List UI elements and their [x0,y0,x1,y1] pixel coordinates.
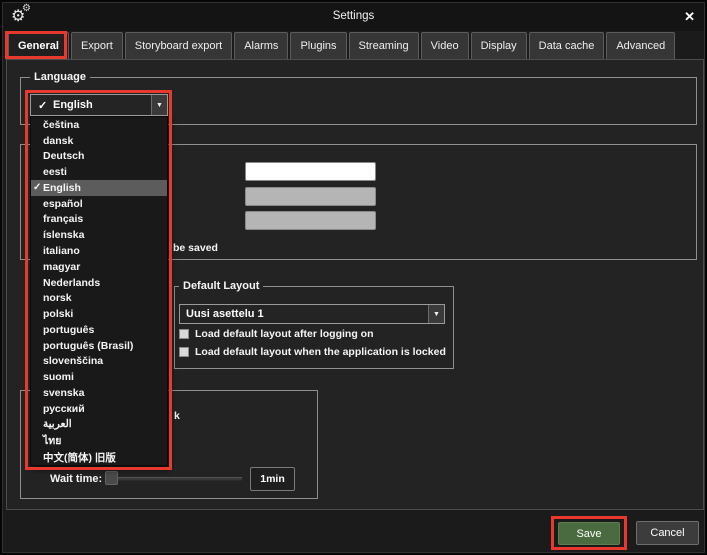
language-option[interactable]: Deutsch [31,149,167,165]
language-dropdown-value: English [53,99,93,111]
language-option[interactable]: eesti [31,164,167,180]
default-layout-dropdown-value: Uusi asettelu 1 [186,308,264,320]
save-button[interactable]: Save [558,522,620,545]
language-option[interactable]: français [31,212,167,228]
text-field-1[interactable] [245,162,376,181]
language-dropdown[interactable]: ✓ English ▼ [30,94,168,116]
title-bar: ⚙ ⚙ Settings ✕ [3,3,704,31]
selected-checkmark-icon: ✓ [38,99,48,112]
language-option[interactable]: русский [31,401,167,417]
cancel-button[interactable]: Cancel [636,521,699,545]
wait-time-label: Wait time: [50,473,103,485]
chevron-down-icon[interactable]: ▼ [428,305,444,323]
language-option[interactable]: slovenščina [31,353,167,369]
language-option-list: čeština dansk Deutsch eesti ✓ English esp… [30,116,168,466]
default-layout-dropdown[interactable]: Uusi asettelu 1 ▼ [179,304,445,324]
window-title: Settings [332,10,375,22]
tab-plugins[interactable]: Plugins [290,32,347,59]
partially-hidden-text: be saved [173,242,218,254]
tab-storyboard-export[interactable]: Storyboard export [124,32,233,59]
load-layout-when-locked-checkbox[interactable]: Load default layout when the application… [179,346,446,358]
tab-display[interactable]: Display [470,32,527,59]
tab-alarms[interactable]: Alarms [234,32,289,59]
tab-general[interactable]: General [8,32,69,59]
tab-bar: General Export Storyboard export Alarms … [8,32,676,59]
checkbox-icon[interactable] [179,347,189,357]
language-option[interactable]: magyar [31,259,167,275]
settings-dialog: ⚙ ⚙ Settings ✕ General Export Storyboard … [0,0,707,555]
language-option[interactable]: íslenska [31,227,167,243]
language-option[interactable]: norsk [31,290,167,306]
wait-time-slider-track[interactable] [118,477,242,481]
language-option[interactable]: suomi [31,369,167,385]
tab-video[interactable]: Video [420,32,469,59]
language-option-selected[interactable]: ✓ English [31,180,167,196]
language-option[interactable]: português (Brasil) [31,338,167,354]
text-field-2-disabled [245,187,376,206]
language-option[interactable]: svenska [31,385,167,401]
language-option[interactable]: italiano [31,243,167,259]
close-icon[interactable]: ✕ [684,9,695,25]
language-option[interactable]: العربية [31,417,167,433]
wait-time-value: 1min [250,467,295,491]
tab-data-cache[interactable]: Data cache [528,32,605,59]
checkmark-icon: ✓ [33,182,42,194]
load-layout-after-logon-checkbox[interactable]: Load default layout after logging on [179,328,374,340]
chevron-down-icon[interactable]: ▼ [151,95,167,115]
language-option[interactable]: čeština [31,117,167,133]
language-option[interactable]: Nederlands [31,275,167,291]
partially-hidden-text: k [174,410,180,422]
language-option[interactable]: polski [31,306,167,322]
language-group-label: Language [30,71,90,83]
checkbox-icon[interactable] [179,329,189,339]
text-field-3-disabled [245,211,376,230]
tab-advanced[interactable]: Advanced [606,32,676,59]
language-option[interactable]: ไทย [31,432,167,449]
default-layout-group-label: Default Layout [179,280,264,292]
wait-time-slider-thumb[interactable] [105,471,118,485]
tab-streaming[interactable]: Streaming [348,32,419,59]
language-option[interactable]: 中文(简体) 旧版 [31,449,167,465]
language-option[interactable]: português [31,322,167,338]
language-option[interactable]: dansk [31,133,167,149]
language-option[interactable]: español [31,196,167,212]
tab-export[interactable]: Export [70,32,123,59]
